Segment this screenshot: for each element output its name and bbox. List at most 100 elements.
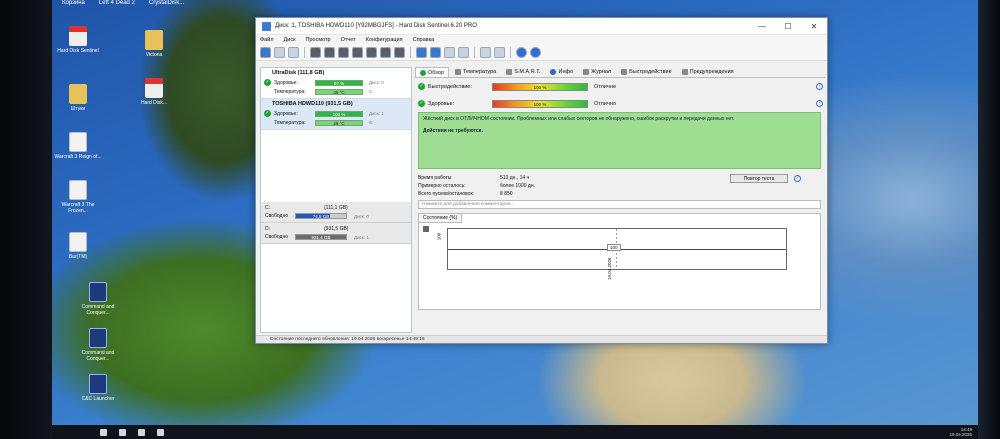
search-icon[interactable]	[119, 428, 126, 436]
help-icon[interactable]: ?	[816, 100, 823, 107]
tab-alerts[interactable]: Предупреждения	[678, 67, 738, 77]
check-icon: ✓	[264, 110, 271, 117]
explorer-icon[interactable]	[157, 428, 164, 436]
volume-size: (111,1 GB)	[324, 205, 348, 211]
desktop-label[interactable]: Left 4 Dead 2	[99, 0, 135, 8]
desktop-icon-hdd2[interactable]: Hard Disk...	[130, 78, 178, 106]
menu-bar: Файл Диск Просмотр Отчет Конфигурация Сп…	[256, 35, 827, 45]
disk-test-icon[interactable]	[310, 47, 321, 58]
health-label: Здоровье:	[274, 79, 298, 86]
save-report-icon[interactable]	[458, 47, 469, 58]
chart-tab[interactable]: Состояние (%)	[419, 214, 463, 223]
hdd-icon	[145, 78, 163, 98]
toolbar	[256, 45, 827, 61]
disk-power-icon[interactable]	[380, 47, 391, 58]
alert-icon	[681, 69, 688, 75]
x-tick-label: 19.04.2026	[607, 257, 612, 280]
menu-view[interactable]: Просмотр	[306, 37, 331, 43]
desktop-label[interactable]: CrystalDisk...	[149, 0, 184, 8]
folder-icon	[145, 30, 163, 50]
desktop-icon-cnc3[interactable]: C&C Launcher	[74, 374, 122, 402]
desktop-icon-file[interactable]: Bar(TM)	[54, 232, 102, 260]
app-icon	[262, 21, 271, 31]
comment-field[interactable]: Нажмите для добавления комментария...	[418, 200, 821, 209]
runtime-value: 513 дн., 14 ч	[500, 175, 530, 181]
disk-settings-icon[interactable]	[352, 47, 363, 58]
menu-file[interactable]: Файл	[260, 37, 274, 43]
desktop-icon-warcraft1[interactable]: Warcraft 3 Reign of...	[54, 132, 102, 160]
desktop-icon-hdsentinel[interactable]: Hard Disk Sentinel	[54, 26, 102, 54]
disk-info-icon[interactable]	[338, 47, 349, 58]
game-icon	[89, 328, 107, 348]
menu-report[interactable]: Отчет	[341, 37, 356, 43]
check-icon	[420, 69, 426, 76]
menu-disk[interactable]: Диск	[284, 37, 296, 43]
desktop-icon-victoria[interactable]: Victoria	[130, 30, 178, 58]
disk-entry-selected[interactable]: TOSHIBA HDWD110 (931,5 GB) ✓ Здоровье: 100…	[261, 99, 411, 130]
tab-log[interactable]: Журнал	[579, 67, 615, 77]
health-chart: Состояние (%) 100 100 19.04.2026	[418, 213, 821, 310]
toolbar-separator	[410, 47, 411, 58]
action-text: Действия не требуются.	[423, 128, 483, 134]
health-bar: 100 %	[492, 99, 588, 108]
tab-info[interactable]: Инфо	[546, 67, 577, 77]
volume-entry[interactable]: D: (931,5 GB) Свободно 931,4 GB Диск: 1	[261, 223, 411, 244]
health-text: Отлично	[594, 100, 616, 107]
help-icon[interactable]: ?	[816, 83, 823, 90]
disk-smart-icon[interactable]	[366, 47, 377, 58]
menu-help[interactable]: Справка	[413, 37, 435, 43]
report-icon[interactable]	[416, 47, 427, 58]
minimize-button[interactable]: —	[749, 22, 775, 31]
desktop-icon-folder[interactable]: Штуки	[54, 84, 102, 112]
refresh-all-icon[interactable]	[274, 47, 285, 58]
disk-number: Диск: 0	[369, 80, 384, 85]
save-icon[interactable]	[423, 226, 429, 232]
task-view-icon[interactable]	[138, 428, 145, 436]
remaining-row: Примерно осталось: более 1000 дн.	[415, 182, 825, 190]
performance-text: Отлично	[594, 83, 616, 90]
tab-overview[interactable]: Обзор	[415, 67, 449, 77]
toolbar-separator	[304, 47, 305, 58]
runtime-row: Время работы 513 дн., 14 ч Повтор теста?	[415, 173, 825, 183]
print-icon[interactable]	[444, 47, 455, 58]
tab-performance[interactable]: Быстродействие	[617, 67, 676, 77]
tab-smart[interactable]: S.M.A.R.T.	[502, 67, 544, 77]
disk-copy-icon[interactable]	[394, 47, 405, 58]
disk-entry[interactable]: UltraDisk (111,8 GB) ✓ Здоровье: 97 % Диск:…	[261, 68, 411, 99]
toolbar-separator	[510, 47, 511, 58]
taskbar-clock[interactable]: 14:49 19.04.2026	[949, 427, 972, 437]
windows-start-icon[interactable]	[100, 428, 107, 436]
free-space-bar: 74,5 GB	[295, 213, 347, 219]
health-bar: 97 %	[315, 79, 363, 86]
title-bar[interactable]: Диск: 1, TOSHIBA HDWD110 [Y92MBGJFS] - H…	[256, 18, 827, 35]
health-bar: 100 %	[315, 110, 363, 117]
status-description[interactable]: Жёсткий диск в ОТЛИЧНОМ состоянии. Пробл…	[418, 112, 821, 169]
help-icon[interactable]	[516, 47, 527, 58]
desktop-icon-warcraft2[interactable]: Warcraft 3 The Frozen...	[54, 180, 102, 214]
log-icon	[583, 69, 590, 75]
alert-settings-icon[interactable]	[494, 47, 505, 58]
menu-config[interactable]: Конфигурация	[366, 37, 403, 43]
desktop-label[interactable]: Корзина	[62, 0, 85, 8]
file-icon	[69, 232, 87, 252]
refresh-icon[interactable]	[260, 47, 271, 58]
screen-bezel-left	[0, 0, 52, 439]
health-row: ✓ Здоровье: 100 % Отлично ?	[415, 95, 825, 112]
mail-icon[interactable]	[430, 47, 441, 58]
volume-entry[interactable]: C: (111,1 GB) Свободно 74,5 GB Диск: 0	[261, 202, 411, 223]
desktop-top-labels: Корзина Left 4 Dead 2 CrystalDisk...	[52, 0, 978, 8]
info-icon[interactable]	[530, 47, 541, 58]
tab-temperature[interactable]: Температура	[451, 67, 500, 77]
desktop-icon-cnc1[interactable]: Command and Conquer...	[74, 282, 122, 316]
drive-letter: C:	[369, 89, 374, 94]
surface-test-icon[interactable]	[324, 47, 335, 58]
close-button[interactable]: ✕	[801, 22, 827, 31]
gear-icon[interactable]	[480, 47, 491, 58]
retest-button[interactable]: Повтор теста	[730, 173, 788, 183]
thermometer-icon	[454, 69, 461, 75]
volume-letter: C:	[265, 205, 270, 211]
maximize-button[interactable]: ☐	[775, 22, 801, 31]
help-icon[interactable]: ?	[794, 174, 801, 182]
list-icon[interactable]	[288, 47, 299, 58]
desktop-icon-cnc2[interactable]: Command and Conquer...	[74, 328, 122, 362]
